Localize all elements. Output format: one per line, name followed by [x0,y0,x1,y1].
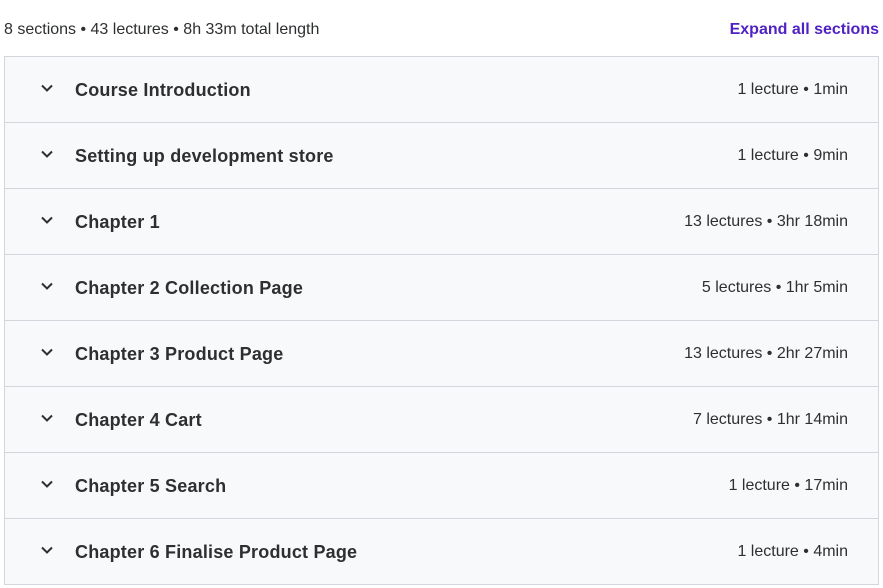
chevron-down-icon [39,344,55,360]
section-row-chapter-4[interactable]: Chapter 4 Cart 7 lectures • 1hr 14min [5,387,878,453]
section-title: Chapter 4 Cart [75,410,202,430]
section-title: Chapter 6 Finalise Product Page [75,542,358,562]
section-row-chapter-1[interactable]: Chapter 1 13 lectures • 3hr 18min [5,189,878,255]
section-row-course-introduction[interactable]: Course Introduction 1 lecture • 1min [5,57,878,123]
section-meta: 5 lectures • 1hr 5min [701,279,848,296]
section-meta: 1 lecture • 4min [737,543,848,560]
section-meta: 1 lecture • 17min [728,477,848,494]
chevron-down-icon [39,278,55,294]
chevron-down-icon [39,80,55,96]
section-row-chapter-3[interactable]: Chapter 3 Product Page 13 lectures • 2hr… [5,321,878,387]
section-title: Chapter 2 Collection Page [75,278,304,298]
section-title: Chapter 3 Product Page [75,344,284,364]
chevron-down-icon [39,146,55,162]
section-meta: 7 lectures • 1hr 14min [692,411,848,428]
section-meta: 13 lectures • 3hr 18min [684,213,848,230]
section-title: Chapter 5 Search [75,476,227,496]
chevron-down-icon [39,476,55,492]
section-row-setting-up-development-store[interactable]: Setting up development store 1 lecture •… [5,123,878,189]
section-meta: 1 lecture • 1min [737,81,848,98]
chevron-down-icon [39,542,55,558]
section-title: Setting up development store [75,146,334,166]
course-summary: 8 sections • 43 lectures • 8h 33m total … [4,21,320,38]
section-row-chapter-6[interactable]: Chapter 6 Finalise Product Page 1 lectur… [5,519,878,585]
section-meta: 13 lectures • 2hr 27min [684,345,848,362]
section-row-chapter-5[interactable]: Chapter 5 Search 1 lecture • 17min [5,453,878,519]
chevron-down-icon [39,212,55,228]
section-meta: 1 lecture • 9min [737,147,848,164]
chevron-down-icon [39,410,55,426]
curriculum-header: 8 sections • 43 lectures • 8h 33m total … [0,0,883,57]
section-title: Chapter 1 [75,212,160,232]
section-title: Course Introduction [75,80,251,100]
section-row-chapter-2[interactable]: Chapter 2 Collection Page 5 lectures • 1… [5,255,878,321]
expand-all-sections-button[interactable]: Expand all sections [730,19,879,41]
section-list: Course Introduction 1 lecture • 1min Set… [4,56,879,585]
